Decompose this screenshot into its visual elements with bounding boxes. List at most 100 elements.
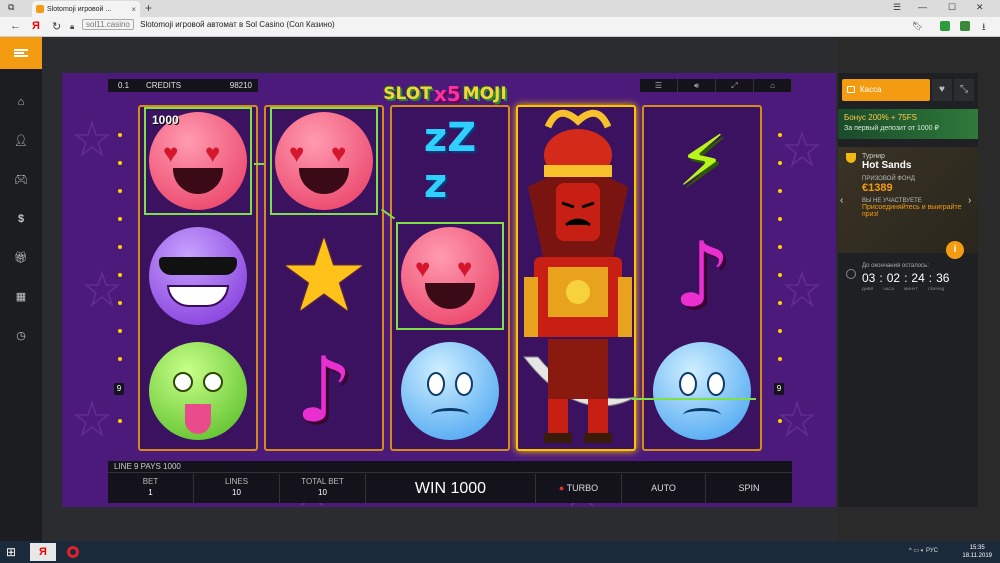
dollar-icon[interactable]: $ <box>14 212 28 226</box>
protect-icon[interactable] <box>940 21 950 31</box>
yandex-browser-taskbar-icon[interactable]: Я <box>30 543 56 561</box>
tab-close-icon[interactable]: × <box>131 5 136 14</box>
payline-dot <box>118 301 122 305</box>
minutes-unit: МИНУТ <box>903 286 918 291</box>
payline-dot <box>118 217 122 221</box>
clock-icon <box>846 269 856 279</box>
address-bar: ← Я ↻ 🔒︎ sol11.casino Slotomoji игровой … <box>0 17 1000 37</box>
payline-dot <box>778 217 782 221</box>
casino-side-panel: Касса ♥ ⤡ Бонус 200% + 75FS За первый де… <box>838 73 978 507</box>
maximize-icon[interactable]: ☐ <box>948 2 956 13</box>
win-line-segment <box>254 163 264 165</box>
sound-icon[interactable]: 🔊︎ <box>678 79 716 92</box>
bonus-subtitle: За первый депозит от 1000 ₽ <box>844 125 939 132</box>
hamburger-menu-button[interactable] <box>0 37 42 69</box>
bet-control[interactable]: BET 1 <box>108 474 194 503</box>
browser-menu-icon[interactable]: ⧉ <box>8 2 14 13</box>
fullscreen-icon[interactable]: ⤢ <box>716 79 754 92</box>
language-indicator[interactable]: РУС <box>926 548 938 554</box>
system-tray: ^ ▭ 🔈︎ РУС <box>909 547 938 555</box>
logo-x5-text: x5 <box>433 82 461 106</box>
gamepad-icon[interactable]: 🎮︎ <box>14 173 28 187</box>
chevron-right-icon[interactable]: › <box>968 195 971 206</box>
credits-bar: 0.1 CREDITS 98210 <box>108 79 258 92</box>
clock-time: 15:35 <box>969 545 985 551</box>
countdown-label: До окончания осталось: <box>862 263 929 269</box>
payline-dot <box>118 189 122 193</box>
payline-dot <box>778 133 782 137</box>
download-icon[interactable]: ⭳ <box>982 20 986 37</box>
network-icon[interactable]: ▭ <box>913 548 920 554</box>
extension-icon[interactable] <box>960 21 970 31</box>
bonus-banner[interactable]: Бонус 200% + 75FS За первый депозит от 1… <box>838 109 978 139</box>
payline-dot <box>118 245 122 249</box>
chevron-left-icon[interactable]: ‹ <box>840 195 843 206</box>
support-24-icon[interactable]: ◷ <box>14 329 28 343</box>
symbol-cool-face <box>144 222 252 330</box>
tray-arrow-icon[interactable]: ^ <box>909 548 912 554</box>
bookmark-icon[interactable]: 🔖︎ <box>912 21 923 32</box>
heart-icon[interactable]: ♥ <box>932 79 952 101</box>
bonus-title: Бонус 200% + 75FS <box>844 113 917 122</box>
symbol-music-note: ♪ <box>673 223 731 328</box>
collapse-icon[interactable]: ⤡ <box>954 79 974 101</box>
symbol-sad-face <box>648 337 756 445</box>
countdown-minutes: 24 <box>911 271 925 285</box>
game-menu-icon[interactable]: ☰ <box>640 79 678 92</box>
spin-button[interactable]: SPIN <box>706 474 792 503</box>
turbo-label: TURBO <box>566 483 599 493</box>
credits-label: CREDITS <box>146 81 182 90</box>
symbol-love-face: ♥ ♥ <box>270 107 378 215</box>
opera-taskbar-icon[interactable] <box>60 543 86 561</box>
tournament-label: Турнир <box>862 153 885 160</box>
minimize-icon[interactable]: — <box>918 2 927 12</box>
reel-4 <box>516 105 637 451</box>
win-amount-label: 1000 <box>152 113 179 127</box>
symbol-sad-face <box>396 337 504 445</box>
symbol-love-face: ♥ ♥ <box>396 222 504 330</box>
tournament-card[interactable]: Турнир Hot Sands ПРИЗОВОЙ ФОНД €1389 ВЫ … <box>838 147 978 253</box>
windows-start-icon[interactable]: ⊞ <box>6 545 16 559</box>
taskbar-clock[interactable]: 15:35 18.11.2019 <box>962 544 992 560</box>
yandex-icon[interactable]: Я <box>32 20 40 32</box>
payline-dot <box>778 329 782 333</box>
clock-date: 18.11.2019 <box>962 553 992 559</box>
wallet-icon <box>847 86 855 93</box>
calendar-icon[interactable]: ▦ <box>14 290 28 304</box>
tournament-name: Hot Sands <box>862 160 912 171</box>
denomination-value: 0.1 <box>118 81 130 90</box>
logo-left-text: SLOT <box>383 84 432 104</box>
payline-dot <box>778 245 782 249</box>
payline-dot <box>778 357 782 361</box>
volume-icon[interactable]: 🔈︎ <box>921 548 925 554</box>
auto-button[interactable]: AUTO <box>622 474 706 503</box>
symbol-star: ★ <box>279 220 369 332</box>
symbol-zzz: zZ z <box>423 115 477 207</box>
close-window-icon[interactable]: ✕ <box>976 2 984 13</box>
reload-icon[interactable]: ↻ <box>52 20 61 33</box>
countdown-hours: 02 <box>886 271 901 285</box>
browser-tab[interactable]: Slotomoji игровой ... × <box>32 1 140 17</box>
slot-game: 0.1 CREDITS 98210 SLOT x5 MOJI ☰ 🔊︎ ⤢ ⌂ … <box>62 73 836 507</box>
bet-value: 1 <box>148 488 153 497</box>
home-icon[interactable]: ⌂ <box>14 95 28 109</box>
win-display: WIN 1000 <box>366 474 536 503</box>
gift-icon[interactable]: 🎁︎ <box>14 251 28 265</box>
total-bet-display: TOTAL BET 10 <box>280 474 366 503</box>
url-field[interactable]: sol11.casino Slotomoji игровой автомат в… <box>82 19 335 30</box>
home-game-icon[interactable]: ⌂ <box>754 79 792 92</box>
symbol-lightning: ⚡︎ <box>677 120 727 202</box>
reel-1: 1000 ♥ ♥ <box>138 105 258 451</box>
cashier-button[interactable]: Касса <box>842 79 930 101</box>
user-icon[interactable]: 👤︎ <box>14 134 28 148</box>
symbol-sick-face <box>144 337 252 445</box>
line-number-right: 9 <box>774 383 784 395</box>
tournament-countdown: До окончания осталось: 03: 02: 24: 36 ДН… <box>862 263 972 291</box>
turbo-button[interactable]: ● TURBO <box>536 474 622 503</box>
info-icon[interactable]: i <box>946 241 964 259</box>
menu-icon[interactable]: ☰ <box>893 2 901 13</box>
back-icon[interactable]: ← <box>10 20 21 32</box>
new-tab-button[interactable]: + <box>145 1 152 15</box>
lines-control[interactable]: LINES 10 <box>194 474 280 503</box>
join-link[interactable]: Присоединяйтесь и выиграйте приз! <box>862 204 970 218</box>
